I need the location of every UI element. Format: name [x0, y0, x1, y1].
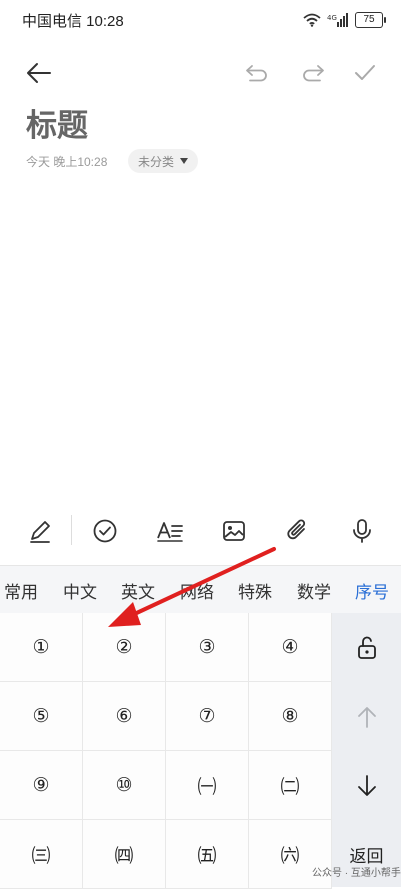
category-tab-serial[interactable]: 序号 — [355, 578, 389, 603]
microphone-icon — [353, 519, 371, 543]
symbol-key[interactable]: ⑧ — [249, 682, 332, 751]
unlock-icon — [357, 636, 376, 659]
arrow-left-icon — [27, 63, 51, 83]
caret-down-icon — [180, 158, 189, 164]
note-date: 今天 晚上10:28 — [26, 155, 108, 169]
undo-icon — [246, 65, 267, 82]
confirm-button[interactable] — [348, 56, 382, 90]
symbol-key[interactable]: ⑦ — [166, 682, 249, 751]
handwriting-button[interactable] — [24, 515, 56, 547]
checklist-button[interactable] — [89, 515, 121, 547]
voice-input-button[interactable] — [346, 515, 378, 547]
symbol-key[interactable]: ① — [0, 613, 83, 682]
category-tab-special[interactable]: 特殊 — [238, 578, 272, 603]
battery-level: 75 — [363, 14, 375, 25]
category-tab-common[interactable]: 常用 — [4, 578, 38, 603]
symbol-key[interactable]: ⑨ — [0, 751, 83, 820]
check-circle-icon — [93, 519, 117, 543]
attachment-button[interactable] — [281, 515, 313, 547]
paperclip-icon — [287, 519, 306, 540]
symbol-key[interactable]: ㈤ — [166, 820, 249, 889]
status-bar: 中国电信 10:28 4G 75 — [0, 0, 401, 40]
note-title[interactable]: 标题 — [26, 100, 88, 145]
symbol-key[interactable]: ㈡ — [249, 751, 332, 820]
check-icon — [355, 65, 375, 80]
symbol-keypad: ① ② ③ ④ ⑤ ⑥ ⑦ ⑧ ⑨ ⑩ ㈠ ㈡ ㈢ ㈣ ㈤ ㈥ — [0, 613, 332, 889]
category-dropdown[interactable]: 未分类 — [128, 149, 199, 173]
category-tab-network[interactable]: 网络 — [180, 578, 214, 603]
symbol-category-bar: 常用 中文 英文 网络 特殊 数学 序号 — [0, 565, 401, 614]
symbol-key[interactable]: ③ — [166, 613, 249, 682]
symbol-key[interactable]: ㈠ — [166, 751, 249, 820]
signal-icon: 4G — [327, 13, 348, 27]
symbol-key[interactable]: ⑥ — [83, 682, 166, 751]
toolbar-divider — [71, 515, 72, 545]
symbol-key[interactable]: ② — [83, 613, 166, 682]
lock-toggle-button[interactable] — [332, 613, 401, 682]
undo-button[interactable] — [238, 56, 276, 90]
carrier-time: 中国电信 10:28 — [22, 13, 124, 30]
scroll-down-button[interactable] — [332, 751, 401, 820]
symbol-key[interactable]: ㈢ — [0, 820, 83, 889]
symbol-key[interactable]: ④ — [249, 613, 332, 682]
insert-image-button[interactable] — [218, 515, 250, 547]
category-tab-english[interactable]: 英文 — [121, 578, 155, 603]
image-icon — [223, 521, 245, 541]
status-icons: 4G 75 — [303, 10, 386, 30]
arrow-down-icon — [357, 774, 376, 796]
category-label: 未分类 — [138, 154, 175, 169]
keyboard-side-panel: 返回 — [332, 613, 401, 887]
symbol-key[interactable]: ⑩ — [83, 751, 166, 820]
pen-icon — [30, 521, 50, 543]
text-format-icon — [157, 522, 183, 542]
back-button[interactable] — [18, 54, 60, 92]
scroll-up-button[interactable] — [332, 682, 401, 751]
network-label: 4G — [327, 14, 337, 22]
watermark: 公众号 · 互通小帮手 — [312, 868, 401, 879]
format-toolbar — [0, 505, 401, 557]
text-style-button[interactable] — [154, 515, 186, 547]
symbol-key[interactable]: ⑤ — [0, 682, 83, 751]
category-tab-chinese[interactable]: 中文 — [63, 578, 97, 603]
arrow-up-icon — [357, 706, 376, 728]
category-tab-math[interactable]: 数学 — [297, 578, 331, 603]
battery-icon: 75 — [355, 12, 386, 28]
redo-icon — [303, 65, 324, 82]
symbol-key[interactable]: ㈣ — [83, 820, 166, 889]
wifi-icon — [303, 13, 321, 27]
redo-button[interactable] — [294, 56, 332, 90]
